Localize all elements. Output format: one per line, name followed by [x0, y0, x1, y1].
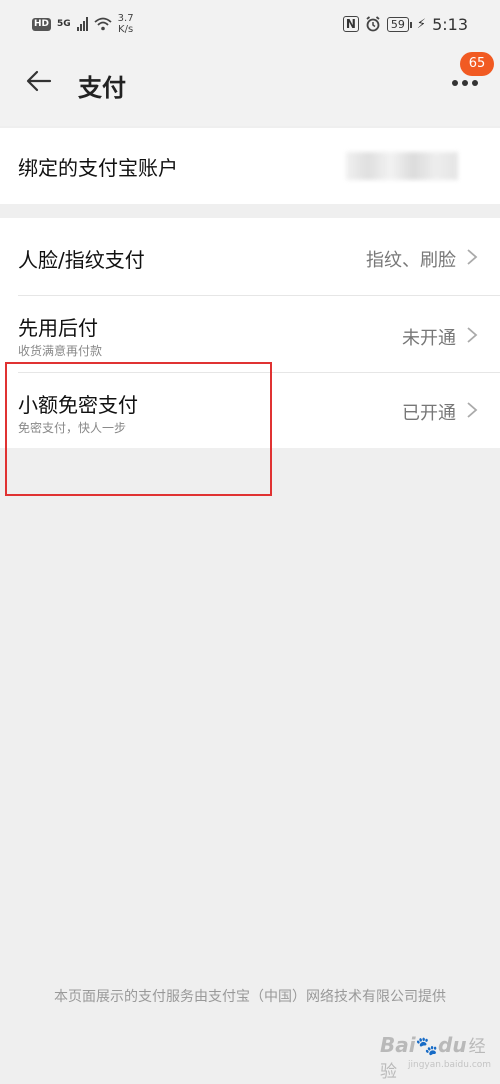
chevron-right-icon	[467, 327, 478, 343]
list-item-label: 小额免密支付	[18, 393, 138, 417]
network-speed: 3.7 K/s	[118, 13, 134, 35]
network-type: 5G	[57, 19, 71, 29]
list-item-subtitle: 免密支付，快人一步	[18, 421, 127, 435]
baidu-watermark-logo: Bai🐾du 经验 jingyan.baidu.com	[380, 1032, 492, 1082]
watermark-brand-b: du	[438, 1033, 467, 1057]
chevron-right-icon	[467, 402, 478, 418]
status-bar: HD 5G 3.7 K/s N 59 ⚡ 5:13	[0, 0, 500, 48]
payment-settings-list: 人脸/指纹支付 指纹、刷脸 先用后付 收货满意再付款 未开通 小额免密支付 免密…	[0, 218, 500, 448]
list-item-small-password-free[interactable]: 小额免密支付 免密支付，快人一步 已开通	[0, 373, 500, 448]
watermark-brand-a: Bai	[380, 1033, 416, 1057]
account-label: 绑定的支付宝账户	[18, 156, 178, 180]
page-title: 支付	[78, 74, 126, 102]
wifi-icon	[94, 17, 112, 31]
speed-unit: K/s	[118, 24, 134, 35]
list-item-subtitle: 收货满意再付款	[18, 344, 103, 358]
charging-icon: ⚡	[416, 16, 427, 32]
hd-icon: HD	[32, 17, 52, 31]
signal-icon	[76, 17, 88, 31]
account-value-blurred	[346, 152, 458, 180]
list-item-label: 人脸/指纹支付	[18, 248, 145, 272]
list-item-pay-later[interactable]: 先用后付 收货满意再付款 未开通	[0, 296, 500, 372]
footer-disclaimer: 本页面展示的支付服务由支付宝（中国）网络技术有限公司提供	[54, 989, 446, 1005]
list-item-value: 未开通	[402, 328, 456, 349]
list-item-face-fingerprint[interactable]: 人脸/指纹支付 指纹、刷脸	[0, 218, 500, 295]
status-left: HD 5G 3.7 K/s	[32, 13, 134, 35]
clock: 5:13	[432, 14, 468, 34]
paw-icon: 🐾	[415, 1036, 439, 1057]
speed-value: 3.7	[117, 13, 134, 24]
chevron-right-icon	[467, 249, 478, 265]
list-item-value: 指纹、刷脸	[366, 250, 456, 271]
list-item-label: 先用后付	[18, 316, 98, 340]
status-right: N 59 ⚡ 5:13	[342, 14, 468, 34]
watermark-url: jingyan.baidu.com	[408, 1060, 492, 1070]
list-item-value: 已开通	[402, 403, 456, 424]
alipay-account-row[interactable]: 绑定的支付宝账户	[0, 128, 500, 204]
more-options-icon[interactable]	[448, 74, 488, 94]
back-arrow-icon[interactable]	[24, 66, 54, 96]
alarm-icon	[366, 16, 380, 32]
nfc-icon: N	[342, 16, 359, 32]
app-header: 支付	[0, 48, 500, 126]
battery-icon: 59	[386, 16, 412, 32]
notification-badge: 65	[460, 52, 494, 76]
